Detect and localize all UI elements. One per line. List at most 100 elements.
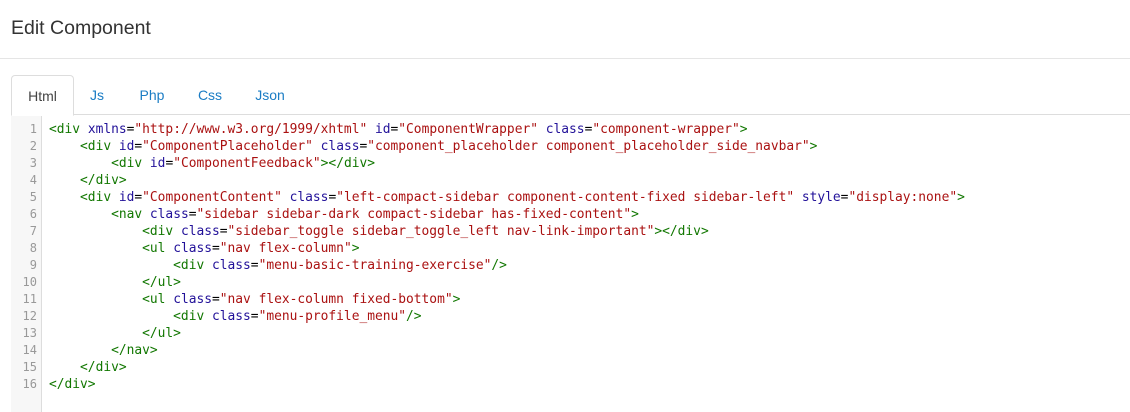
- code-line[interactable]: </ul>: [49, 274, 181, 291]
- line-number: 10: [22, 275, 37, 289]
- code-token: "nav flex-column fixed-bottom": [219, 292, 453, 307]
- code-token: />: [406, 309, 422, 324]
- code-line[interactable]: </div>: [49, 359, 127, 376]
- code-token: </div>: [49, 377, 96, 392]
- code-token: "sidebar sidebar-dark compact-sidebar ha…: [196, 207, 632, 222]
- code-token: <div: [49, 122, 88, 137]
- code-token: id: [118, 139, 135, 154]
- line-number: 1: [29, 122, 37, 136]
- code-token: <ul: [49, 241, 174, 256]
- code-token: <div: [49, 139, 119, 154]
- code-token: "ComponentContent": [142, 190, 282, 205]
- code-line[interactable]: <ul class="nav flex-column">: [49, 240, 359, 257]
- code-token: <ul: [49, 292, 174, 307]
- page-title: Edit Component: [11, 17, 151, 39]
- line-number: 8: [29, 241, 37, 255]
- code-token: style: [801, 190, 841, 205]
- line-number: 12: [22, 309, 37, 323]
- code-token: <div: [49, 156, 150, 171]
- line-number: 9: [29, 258, 37, 272]
- code-line[interactable]: <div xmlns="http://www.w3.org/1999/xhtml…: [49, 121, 748, 138]
- code-token: >: [351, 241, 360, 256]
- code-token: "component-wrapper": [592, 122, 740, 137]
- code-token: =: [134, 190, 143, 205]
- code-line[interactable]: <div id="ComponentContent" class="left-c…: [49, 189, 965, 206]
- code-token: =: [250, 258, 259, 273]
- code-token: >: [809, 139, 818, 154]
- line-number: 16: [22, 377, 37, 391]
- code-token: id: [149, 156, 166, 171]
- code-token: class: [180, 224, 220, 239]
- code-token: </div>: [49, 360, 127, 375]
- code-line[interactable]: </ul>: [49, 325, 181, 342]
- line-number-gutter: 1 2 3 4 5 6 7 8 9 10 11 12 13 14 15 16: [11, 116, 42, 412]
- code-token: "ComponentWrapper": [398, 122, 538, 137]
- code-token: class: [173, 241, 212, 256]
- code-token: "ComponentFeedback": [173, 156, 321, 171]
- code-token: "left-compact-sidebar component-content-…: [336, 190, 795, 205]
- code-token: "ComponentPlaceholder": [142, 139, 313, 154]
- code-line[interactable]: </nav>: [49, 342, 158, 359]
- code-token: <nav: [49, 207, 150, 222]
- code-token: />: [491, 258, 507, 273]
- code-token: <div: [49, 309, 212, 324]
- code-token: </ul>: [49, 275, 181, 290]
- code-token: "menu-basic-training-exercise": [258, 258, 492, 273]
- line-number: 14: [22, 343, 37, 357]
- code-token: class: [545, 122, 585, 137]
- editor-tabs: Html Js Php Css Json: [11, 75, 1130, 116]
- code-token: "menu-profile_menu": [258, 309, 407, 324]
- code-token: <div: [49, 224, 181, 239]
- code-token: =: [134, 139, 143, 154]
- code-token: <div: [49, 258, 212, 273]
- code-token: ></div>: [654, 224, 709, 239]
- code-token: class: [173, 292, 212, 307]
- code-line[interactable]: <div class="menu-basic-training-exercise…: [49, 257, 507, 274]
- code-line[interactable]: <div id="ComponentFeedback"></div>: [49, 155, 375, 172]
- code-token: </ul>: [49, 326, 181, 341]
- code-line[interactable]: <div class="menu-profile_menu"/>: [49, 308, 422, 325]
- code-token: </div>: [49, 173, 127, 188]
- code-token: id: [118, 190, 135, 205]
- code-token: id: [374, 122, 391, 137]
- code-token: =: [212, 241, 220, 256]
- tab-json[interactable]: Json: [245, 75, 295, 115]
- code-token: "http://www.w3.org/1999/xhtml": [134, 122, 368, 137]
- code-token: class: [211, 309, 251, 324]
- page-header: Edit Component: [0, 0, 1130, 59]
- line-number: 11: [22, 292, 37, 306]
- code-token: >: [957, 190, 965, 205]
- code-line[interactable]: <ul class="nav flex-column fixed-bottom"…: [49, 291, 460, 308]
- code-token: xmlns: [87, 122, 127, 137]
- tab-html[interactable]: Html: [11, 75, 74, 116]
- code-token: >: [452, 292, 461, 307]
- code-line[interactable]: </div>: [49, 376, 96, 393]
- code-token: "component_placeholder component_placeho…: [367, 139, 810, 154]
- tab-css[interactable]: Css: [188, 75, 232, 115]
- code-line[interactable]: <nav class="sidebar sidebar-dark compact…: [49, 206, 639, 223]
- code-editor[interactable]: 1 2 3 4 5 6 7 8 9 10 11 12 13 14 15 16 <div xmlns="http…: [11, 116, 1130, 412]
- tab-js[interactable]: Js: [77, 75, 117, 115]
- code-token: "nav flex-column": [219, 241, 352, 256]
- code-token: =: [219, 224, 228, 239]
- line-number: 2: [29, 139, 37, 153]
- tab-php[interactable]: Php: [129, 75, 175, 115]
- code-token: class: [289, 190, 329, 205]
- line-number: 3: [29, 156, 37, 170]
- code-line[interactable]: <div class="sidebar_toggle sidebar_toggl…: [49, 223, 709, 240]
- code-line[interactable]: </div>: [49, 172, 127, 189]
- code-line[interactable]: <div id="ComponentPlaceholder" class="co…: [49, 138, 817, 155]
- line-number: 4: [29, 173, 37, 187]
- code-token: class: [211, 258, 251, 273]
- code-token: <div: [49, 190, 119, 205]
- code-token: class: [320, 139, 360, 154]
- code-token: =: [250, 309, 259, 324]
- code-token: class: [149, 207, 189, 222]
- code-token: "sidebar_toggle sidebar_toggle_left nav-…: [227, 224, 655, 239]
- code-token: "display:none": [848, 190, 958, 205]
